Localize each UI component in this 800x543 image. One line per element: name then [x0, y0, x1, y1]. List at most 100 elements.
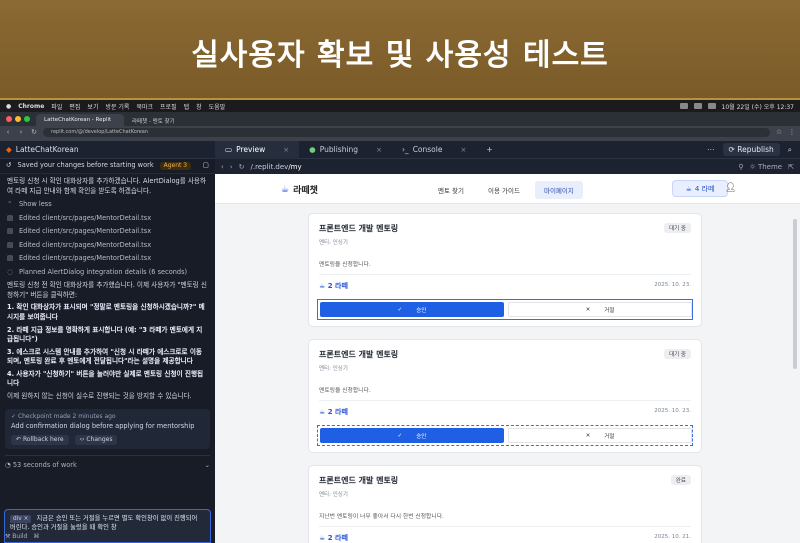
lightbulb-icon: ◌ — [7, 267, 13, 276]
history-icon[interactable]: ↺ — [6, 161, 12, 171]
minimize-window-icon[interactable] — [15, 116, 21, 122]
card-mentee: 멘티: 인싱기 — [319, 492, 348, 498]
clock[interactable]: 10월 22일 (수) 오후 12:37 — [722, 102, 794, 111]
site-links: 멘토 찾기 이용 가이드 마이페이지 — [429, 181, 583, 199]
nav-guide[interactable]: 이용 가이드 — [479, 181, 529, 199]
maximize-window-icon[interactable] — [24, 116, 30, 122]
close-window-icon[interactable] — [6, 116, 12, 122]
card-lamme: ☕ 2 라떼 — [319, 534, 348, 542]
work-duration-row[interactable]: ◔ 53 seconds of work ⌄ — [5, 455, 210, 471]
tab-console[interactable]: ›_ Console × — [392, 141, 476, 159]
back-icon[interactable]: ‹ — [4, 128, 12, 136]
wifi-icon[interactable] — [693, 103, 702, 109]
input-text: 지금은 승인 또는 거절을 누르면 별도 확인창이 없이 진행되어 버린다. 승… — [10, 515, 198, 532]
address-row: ‹ › ↻ replit.com/@/develop/LatteChatKore… — [0, 126, 800, 138]
card-lamme: ☕ 2 라떼 — [319, 408, 348, 416]
menu-icon[interactable]: ⋮ — [788, 128, 796, 136]
menu-item[interactable]: 파일 — [51, 102, 62, 111]
check-icon: ✓ — [11, 413, 18, 421]
star-icon[interactable]: ☆ — [775, 128, 783, 136]
close-icon[interactable]: × — [460, 146, 466, 154]
file-edit-row[interactable]: ▤ Edited client/src/pages/MentorDetail.ts… — [7, 227, 208, 237]
agent-badge[interactable]: Agent 3 — [159, 161, 192, 171]
chat-icon[interactable]: ▢ — [203, 161, 209, 171]
preview-pane: ‹ › ↻ /.replit.dev/my ⚲ ☼ Theme ⇱ ☕ 라떼챗 멘… — [215, 159, 800, 543]
url-path: /my — [288, 162, 302, 171]
back-icon[interactable]: ‹ — [221, 163, 224, 171]
more-icon[interactable]: ⋯ — [707, 145, 715, 154]
card-title: 프론트엔드 개발 멘토링 — [319, 224, 399, 233]
close-icon[interactable]: × — [283, 146, 289, 154]
search-icon[interactable]: ⌕ — [788, 145, 792, 155]
close-icon[interactable]: × — [376, 146, 382, 154]
nav-mypage[interactable]: 마이페이지 — [534, 181, 583, 199]
file-edit-label: Edited client/src/pages/MentorDetail.tsx — [19, 213, 152, 222]
build-mode[interactable]: ⚒ Build — [5, 533, 27, 542]
url-host: .replit.dev — [252, 162, 289, 171]
menu-item[interactable]: 보기 — [87, 102, 98, 111]
theme-toggle[interactable]: ☼ Theme — [749, 163, 782, 171]
element-chip[interactable]: div × — [10, 515, 32, 524]
menu-item[interactable]: 탭 — [184, 102, 190, 111]
project-name[interactable]: ◆ LatteChatKorean — [0, 145, 215, 154]
lamme-balance-button[interactable]: ☕ 4 라떼 — [672, 180, 728, 197]
tab-preview[interactable]: ▭ Preview × — [215, 140, 300, 159]
work-icon: ◔ — [5, 461, 13, 470]
address-bar[interactable]: replit.com/@/develop/LatteChatKorean — [43, 127, 770, 137]
planning-row[interactable]: ◌ Planned AlertDialog integration details… — [7, 268, 208, 278]
menu-item[interactable]: 북마크 — [136, 102, 153, 111]
reject-label: 거절 — [604, 433, 615, 440]
chevron-down-icon: ⌄ — [204, 461, 210, 470]
menu-item[interactable]: 방문 기록 — [105, 102, 129, 111]
user-icon[interactable]: 👤︎ — [725, 183, 736, 193]
battery-icon[interactable] — [707, 103, 716, 109]
show-less-toggle[interactable]: ⌃ Show less — [7, 200, 208, 210]
browser-tab[interactable]: LatteChatKorean - Replit — [36, 114, 124, 126]
reload-icon[interactable]: ↻ — [239, 163, 245, 171]
tab-publishing[interactable]: ● Publishing × — [299, 141, 392, 159]
reject-button[interactable]: ✕ 거절 — [508, 302, 692, 317]
forward-icon[interactable]: › — [230, 163, 233, 171]
list-item: 3. 에스크로 시스템 안내를 추가하여 "신청 시 라떼가 에스크로로 이동되… — [7, 347, 202, 366]
open-external-icon[interactable]: ⇱ — [788, 163, 794, 171]
file-edit-row[interactable]: ▤ Edited client/src/pages/MentorDetail.ts… — [7, 241, 208, 251]
replit-logo-icon: ◆ — [6, 145, 12, 154]
approve-button[interactable]: ✓ 승인 — [320, 302, 504, 317]
rollback-button[interactable]: ↶ Rollback here — [11, 434, 69, 446]
reject-button[interactable]: ✕ 거절 — [508, 428, 692, 443]
project-title: LatteChatKorean — [15, 145, 79, 154]
file-edit-label: Edited client/src/pages/MentorDetail.tsx — [19, 254, 152, 263]
menu-item[interactable]: 편집 — [69, 102, 80, 111]
menu-item[interactable]: 창 — [196, 102, 202, 111]
changes-button[interactable]: ‹› Changes — [74, 434, 118, 446]
card-lamme: ☕ 2 라떼 — [319, 282, 348, 290]
coffee-icon: ☕ — [685, 184, 692, 193]
list-item: 4. 사용자가 "신청하기" 버튼을 눌러야만 실제로 멘토링 신청이 진행됩니… — [7, 369, 204, 388]
planning-label: Planned AlertDialog integration details … — [19, 267, 188, 276]
status-icon[interactable] — [679, 103, 688, 109]
devtools-icon[interactable]: ⚲ — [738, 163, 743, 171]
preview-url[interactable]: /.replit.dev/my — [251, 163, 302, 171]
changes-label: Changes — [86, 435, 113, 443]
attach-icon[interactable]: ⌘ — [33, 533, 39, 542]
forward-icon[interactable]: › — [17, 128, 25, 136]
menubar-app[interactable]: Chrome — [18, 103, 44, 110]
approve-button[interactable]: ✓ 승인 — [320, 428, 504, 443]
card-date: 2025. 10. 23. — [654, 282, 691, 288]
file-edit-row[interactable]: ▤ Edited client/src/pages/MentorDetail.ts… — [7, 214, 208, 224]
menu-item[interactable]: 프로필 — [160, 102, 177, 111]
theme-label: Theme — [757, 162, 783, 171]
file-edit-row[interactable]: ▤ Edited client/src/pages/MentorDetail.ts… — [7, 254, 208, 264]
menu-item[interactable]: 도움말 — [209, 102, 226, 111]
site-logo[interactable]: ☕ 라떼챗 — [281, 183, 318, 197]
republish-button[interactable]: ⟳ Republish — [722, 143, 780, 156]
file-icon: ▤ — [7, 240, 14, 249]
agent-summary: 멘토링 신청 전 확인 대화상자를 추가했습니다. 이제 사용자가 "멘토링 신… — [7, 281, 207, 299]
reload-icon[interactable]: ↻ — [30, 128, 38, 136]
work-duration: 53 seconds of work — [12, 461, 77, 470]
new-tab-icon[interactable]: + — [476, 141, 502, 159]
apple-icon[interactable]: ● — [6, 103, 11, 110]
scrollbar[interactable] — [793, 219, 797, 369]
browser-tab[interactable]: 라떼챗 - 멘토 찾기 — [124, 114, 212, 126]
nav-find-mentor[interactable]: 멘토 찾기 — [429, 181, 473, 199]
